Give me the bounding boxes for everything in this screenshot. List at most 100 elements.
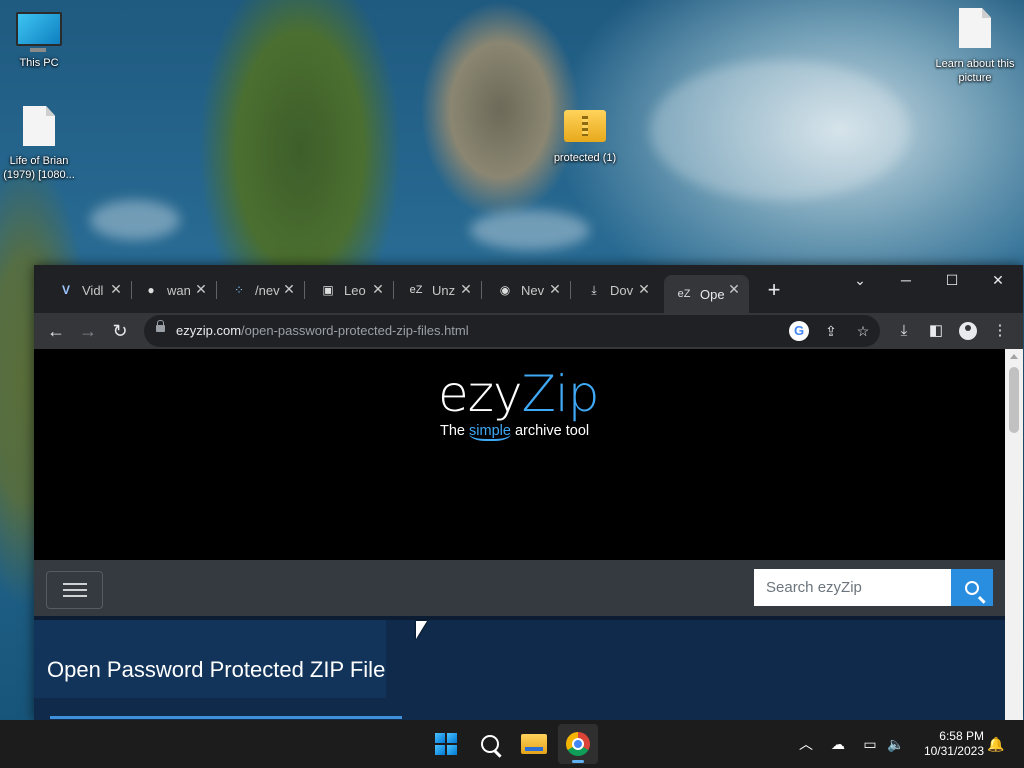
scroll-up-icon[interactable] <box>1010 354 1018 359</box>
content-band <box>386 620 1005 698</box>
desktop-icon-this-pc[interactable]: This PC <box>0 12 79 70</box>
ezyzip-icon: eZ <box>409 284 423 296</box>
minimize-button[interactable]: ─ <box>883 265 929 295</box>
tab-label: Unz <box>432 282 456 298</box>
browser-titlebar: V Vidl ✕ ● wan ✕ ⁘ /nev ✕ ▣ Leo ✕ eZ Unz… <box>34 265 1023 313</box>
page-viewport: ezyZip The simple archive tool Open Pass… <box>34 349 1023 720</box>
notification-bell-icon[interactable]: 🔔 <box>986 734 1006 754</box>
github-icon: ● <box>147 283 155 297</box>
tab-label: Dov <box>610 282 634 298</box>
windows-logo-icon <box>435 733 457 755</box>
tab-new[interactable]: ⁘ /nev ✕ <box>219 275 305 305</box>
address-bar[interactable]: ezyzip.com/open-password-protected-zip-f… <box>144 315 880 347</box>
chrome-icon: ◉ <box>499 283 511 297</box>
url-text[interactable]: ezyzip.com/open-password-protected-zip-f… <box>176 323 469 338</box>
desktop-icon-learn-about-picture[interactable]: Learn about this picture <box>935 8 1015 85</box>
title-underline <box>50 716 402 719</box>
taskbar-clock[interactable]: 6:58 PM 10/31/2023 <box>908 729 984 759</box>
tab-separator <box>393 281 394 299</box>
share-icon[interactable]: ⇪ <box>821 321 841 341</box>
close-window-button[interactable]: ✕ <box>975 265 1021 295</box>
file-explorer-button[interactable] <box>514 724 554 764</box>
browser-window: V Vidl ✕ ● wan ✕ ⁘ /nev ✕ ▣ Leo ✕ eZ Unz… <box>34 265 1023 720</box>
tab-new-chrome[interactable]: ◉ Nev ✕ <box>485 275 571 305</box>
chevron-up-icon[interactable]: ︿ <box>796 734 816 754</box>
close-icon[interactable]: ✕ <box>637 282 651 296</box>
site-logo[interactable]: ezyZip <box>438 365 599 423</box>
desktop-icon-life-of-brian[interactable]: Life of Brian (1979) [1080... <box>0 106 79 182</box>
clock-time: 6:58 PM <box>939 729 984 743</box>
tab-label: Nev <box>521 282 545 298</box>
download-icon: ⤓ <box>591 282 597 297</box>
taskbar-search-button[interactable] <box>470 724 510 764</box>
close-icon[interactable]: ✕ <box>194 282 208 296</box>
tagline-pre: The <box>440 423 470 439</box>
close-icon[interactable]: ✕ <box>282 282 296 296</box>
search-button[interactable] <box>951 569 993 606</box>
tab-label: Vidl <box>82 282 104 298</box>
tab-search-button[interactable]: ⌄ <box>837 265 883 295</box>
site-tagline: The simple archive tool <box>440 423 590 441</box>
lock-icon <box>156 320 165 332</box>
close-icon[interactable]: ✕ <box>548 282 562 296</box>
menu-kebab-icon[interactable]: ⋮ <box>985 316 1015 346</box>
close-icon[interactable]: ✕ <box>109 282 123 296</box>
onedrive-cloud-icon[interactable]: ☁ <box>828 734 848 754</box>
tab-label: Leo <box>344 282 366 298</box>
close-icon[interactable]: ✕ <box>459 282 473 296</box>
taskbar: ︿ ☁ ▭ 🔈 6:58 PM 10/31/2023 🔔 <box>0 720 1024 768</box>
downloads-icon[interactable]: ⤓ <box>889 316 919 346</box>
vl-icon: V <box>61 283 70 297</box>
page-title-box: Open Password Protected ZIP File <box>34 620 386 698</box>
dotted-icon: ⁘ <box>233 283 245 297</box>
side-panel-icon[interactable]: ◧ <box>921 316 951 346</box>
close-icon[interactable]: ✕ <box>371 282 385 296</box>
search-icon <box>481 735 499 753</box>
chrome-taskbar-button[interactable] <box>558 724 598 764</box>
tagline-highlight: simple <box>469 423 511 441</box>
url-domain: ezyzip.com <box>176 323 242 338</box>
hamburger-menu-button[interactable] <box>46 571 103 609</box>
new-tab-button[interactable]: + <box>764 279 784 301</box>
close-icon[interactable]: ✕ <box>727 282 741 296</box>
tab-label: wan <box>167 282 191 298</box>
tab-vidl[interactable]: V Vidl ✕ <box>46 275 132 305</box>
document-icon: ▣ <box>322 283 334 297</box>
zip-folder-icon <box>564 110 606 142</box>
scroll-thumb[interactable] <box>1009 367 1019 433</box>
google-lens-icon[interactable]: G <box>789 321 809 341</box>
tab-separator <box>304 281 305 299</box>
desktop-icon-protected-zip[interactable]: protected (1) <box>545 110 625 165</box>
profile-avatar-icon[interactable] <box>959 322 977 340</box>
tab-open-password-zip[interactable]: eZ Ope ✕ <box>664 275 749 313</box>
tab-leo[interactable]: ▣ Leo ✕ <box>308 275 394 305</box>
browser-toolbar: ← → ↻ ezyzip.com/open-password-protected… <box>34 313 1023 349</box>
volume-muted-icon[interactable]: 🔈 <box>886 734 906 754</box>
tab-github[interactable]: ● wan ✕ <box>131 275 217 305</box>
search-input[interactable] <box>754 569 951 606</box>
back-button[interactable]: ← <box>41 316 71 346</box>
tab-label: /nev <box>255 282 280 298</box>
tab-separator <box>216 281 217 299</box>
search-icon <box>965 580 979 595</box>
page-scrollbar[interactable] <box>1005 349 1023 720</box>
ezyzip-icon: eZ <box>677 288 691 300</box>
tab-downloads[interactable]: ⤓ Dov ✕ <box>574 275 659 305</box>
monitor-icon <box>16 12 62 52</box>
file-icon <box>23 106 55 146</box>
forward-button[interactable]: → <box>73 316 103 346</box>
tagline-post: archive tool <box>510 423 590 439</box>
network-icon[interactable]: ▭ <box>860 734 880 754</box>
desktop-icon-label: protected (1) <box>553 152 617 164</box>
reload-button[interactable]: ↻ <box>105 316 135 346</box>
main-content: Open Password Protected ZIP File <box>34 620 1005 720</box>
tab-unzip[interactable]: eZ Unz ✕ <box>396 275 482 305</box>
site-navbar <box>34 560 1005 616</box>
bookmark-star-icon[interactable]: ☆ <box>853 321 873 341</box>
desktop-icon-label: Learn about this picture <box>935 58 1015 84</box>
site-header: ezyZip The simple archive tool <box>34 349 1005 560</box>
start-button[interactable] <box>426 724 466 764</box>
maximize-button[interactable]: ☐ <box>929 265 975 295</box>
folder-icon <box>521 734 547 754</box>
clock-date: 10/31/2023 <box>923 744 984 758</box>
